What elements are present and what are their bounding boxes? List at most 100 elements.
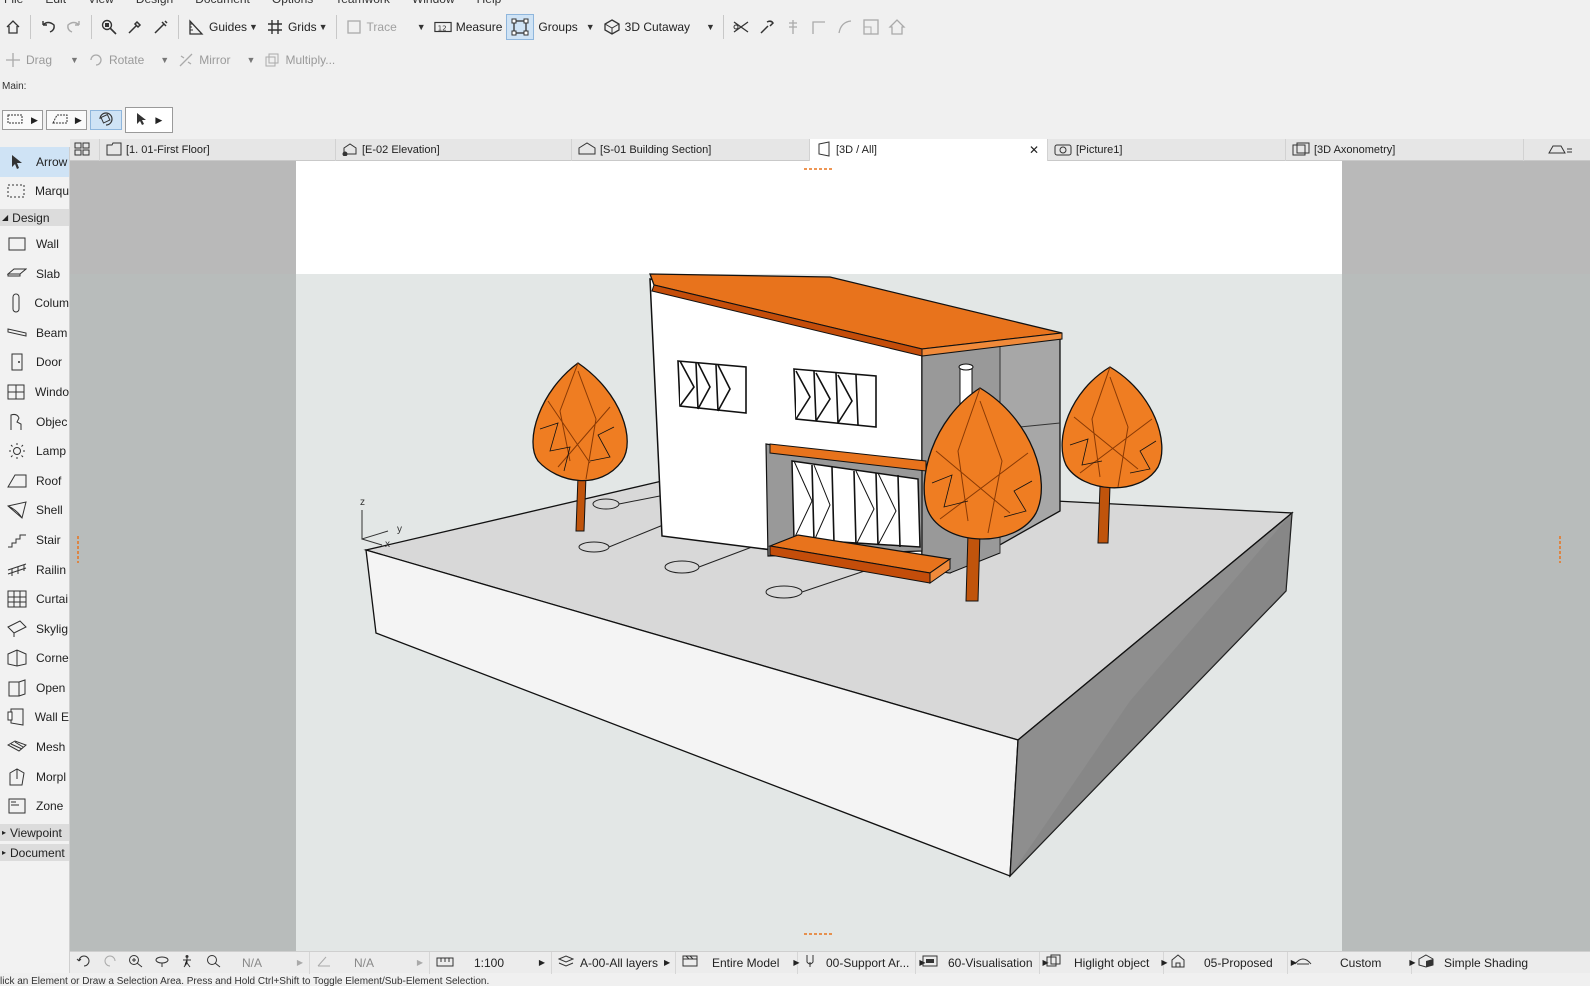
tab-elevation[interactable]: [E-02 Elevation] [336,139,572,161]
tab-3d-axonometry[interactable]: [3D Axonometry] [1286,139,1524,161]
tab-picture1[interactable]: [Picture1] [1048,139,1286,161]
inject-parameters-button[interactable] [148,14,174,40]
menu-window[interactable]: Window [412,0,455,8]
menu-options[interactable]: Options [272,0,313,8]
tab-building-section[interactable]: [S-01 Building Section] [572,139,810,161]
rotated-marquee-button[interactable] [89,110,122,130]
guides-button[interactable]: Guides ▼ [183,14,262,40]
pen-set-field[interactable]: 00-Support Ar... ▶ [798,951,926,974]
selection-method-button[interactable]: ▶ [2,110,43,130]
cursor-tool-button[interactable]: ▶ [124,107,173,133]
tool-marquee[interactable]: Marqu [0,177,69,207]
tool-morph[interactable]: Morpl [0,762,69,792]
menu-teamwork[interactable]: Teamwork [335,0,390,8]
tool-shell[interactable]: Shell [0,496,69,526]
tool-door[interactable]: Door [0,348,69,378]
rotation-field[interactable]: N/A ▶ [310,951,430,974]
renovation-filter-field[interactable]: 05-Proposed ▶ [1164,951,1297,974]
tab-first-floor[interactable]: [1. 01-First Floor] [100,139,336,161]
tool-railing[interactable]: Railin [0,555,69,585]
chevron-down-icon[interactable]: ▼ [586,22,595,32]
groups-menu[interactable]: Groups ▼ [534,14,598,40]
mirror-button[interactable]: Mirror ▼ [173,47,259,73]
tool-wall-end[interactable]: Wall E [0,703,69,733]
tool-wall[interactable]: Wall [0,229,69,259]
home-button[interactable] [0,14,26,40]
resize-button[interactable] [858,14,884,40]
window-left[interactable] [677,360,747,414]
tool-zone[interactable]: Zone [0,791,69,821]
menu-file[interactable]: File [4,0,23,8]
chevron-right-icon: ▶ [31,114,38,125]
graphic-override-field[interactable]: 60-Visualisation ▶ [916,951,1049,974]
multiply-button[interactable]: Multiply... [259,47,339,73]
highlight-field[interactable]: Higlight object ▶ [1040,951,1168,974]
offset-button[interactable] [832,14,858,40]
tool-column[interactable]: Colum [0,288,69,318]
chevron-down-icon[interactable]: ▼ [160,55,169,65]
pick-up-parameters-button[interactable] [122,14,148,40]
tool-arrow[interactable]: Arrow [0,147,69,177]
undo-button[interactable] [35,14,61,40]
model-view-field[interactable]: Entire Model ▶ [676,951,800,974]
tab-overview[interactable] [70,139,100,161]
chevron-down-icon[interactable]: ▼ [706,22,715,32]
chevron-down-icon[interactable]: ▼ [247,55,256,65]
fillet-button[interactable] [806,14,832,40]
chevron-down-icon[interactable]: ▼ [249,22,258,32]
chevron-down-icon[interactable]: ▼ [417,22,426,32]
redo-button[interactable] [61,14,87,40]
design-section-header[interactable]: ◢ Design [0,209,69,227]
menu-document[interactable]: Document [195,0,250,8]
tool-lamp[interactable]: Lamp [0,436,69,466]
zoom-field[interactable]: N/A ▶ [200,951,310,974]
groups-button[interactable] [506,14,535,40]
tool-roof[interactable]: Roof [0,466,69,496]
dimension-field[interactable]: Custom ▶ [1288,951,1416,974]
menu-help[interactable]: Help [477,0,502,8]
menu-design[interactable]: Design [136,0,173,8]
tab-list-button[interactable] [1524,139,1590,161]
find-select-button[interactable] [96,14,122,40]
tool-object[interactable]: Objec [0,407,69,437]
layer-combination-field[interactable]: A-00-All layers ▶ [552,951,676,974]
tool-window[interactable]: Windo [0,377,69,407]
chevron-down-icon[interactable]: ▼ [70,55,79,65]
intersect-button[interactable] [780,14,806,40]
3d-viewport[interactable]: z y x [70,161,1590,951]
trace-button[interactable]: Trace ▼ [341,14,430,40]
split-button[interactable] [728,14,754,40]
shading-field[interactable]: Simple Shading [1412,952,1534,974]
tool-beam[interactable]: Beam [0,318,69,348]
menu-edit[interactable]: Edit [45,0,66,8]
document-section-header[interactable]: ▸ Document [0,844,69,862]
orbit-mode-icon[interactable] [154,954,170,971]
menu-view[interactable]: View [88,0,114,8]
zoom-in-icon[interactable] [128,954,144,971]
explore-icon[interactable] [180,954,194,971]
chevron-down-icon[interactable]: ▼ [319,22,328,32]
viewpoint-section-header[interactable]: ▸ Viewpoint [0,824,69,842]
tool-skylight[interactable]: Skylig [0,614,69,644]
close-icon[interactable]: ✕ [1029,143,1039,157]
tool-mesh[interactable]: Mesh [0,732,69,762]
tool-opening[interactable]: Open [0,673,69,703]
tool-stair[interactable]: Stair [0,525,69,555]
3d-cutaway-button[interactable]: 3D Cutaway ▼ [599,14,719,40]
tool-slab[interactable]: Slab [0,259,69,289]
window-right[interactable] [793,368,877,428]
3d-model-scene[interactable]: z y x [70,161,1590,951]
tool-corner-window[interactable]: Corne [0,644,69,674]
tab-3d-all[interactable]: [3D / All] ✕ [810,139,1048,161]
tool-curtain-wall[interactable]: Curtai [0,584,69,614]
redo-view-icon[interactable] [102,954,118,971]
elevate-button[interactable] [884,14,910,40]
drag-button[interactable]: Drag ▼ [0,47,83,73]
marquee-method-button[interactable]: ▶ [45,110,87,130]
grids-button[interactable]: Grids ▼ [262,14,332,40]
adjust-button[interactable] [754,14,780,40]
measure-button[interactable]: 12 Measure [430,14,507,40]
rotate-button[interactable]: Rotate ▼ [83,47,173,73]
scale-field[interactable]: 1:100 ▶ [430,951,552,974]
orbit-icon[interactable] [76,954,92,971]
